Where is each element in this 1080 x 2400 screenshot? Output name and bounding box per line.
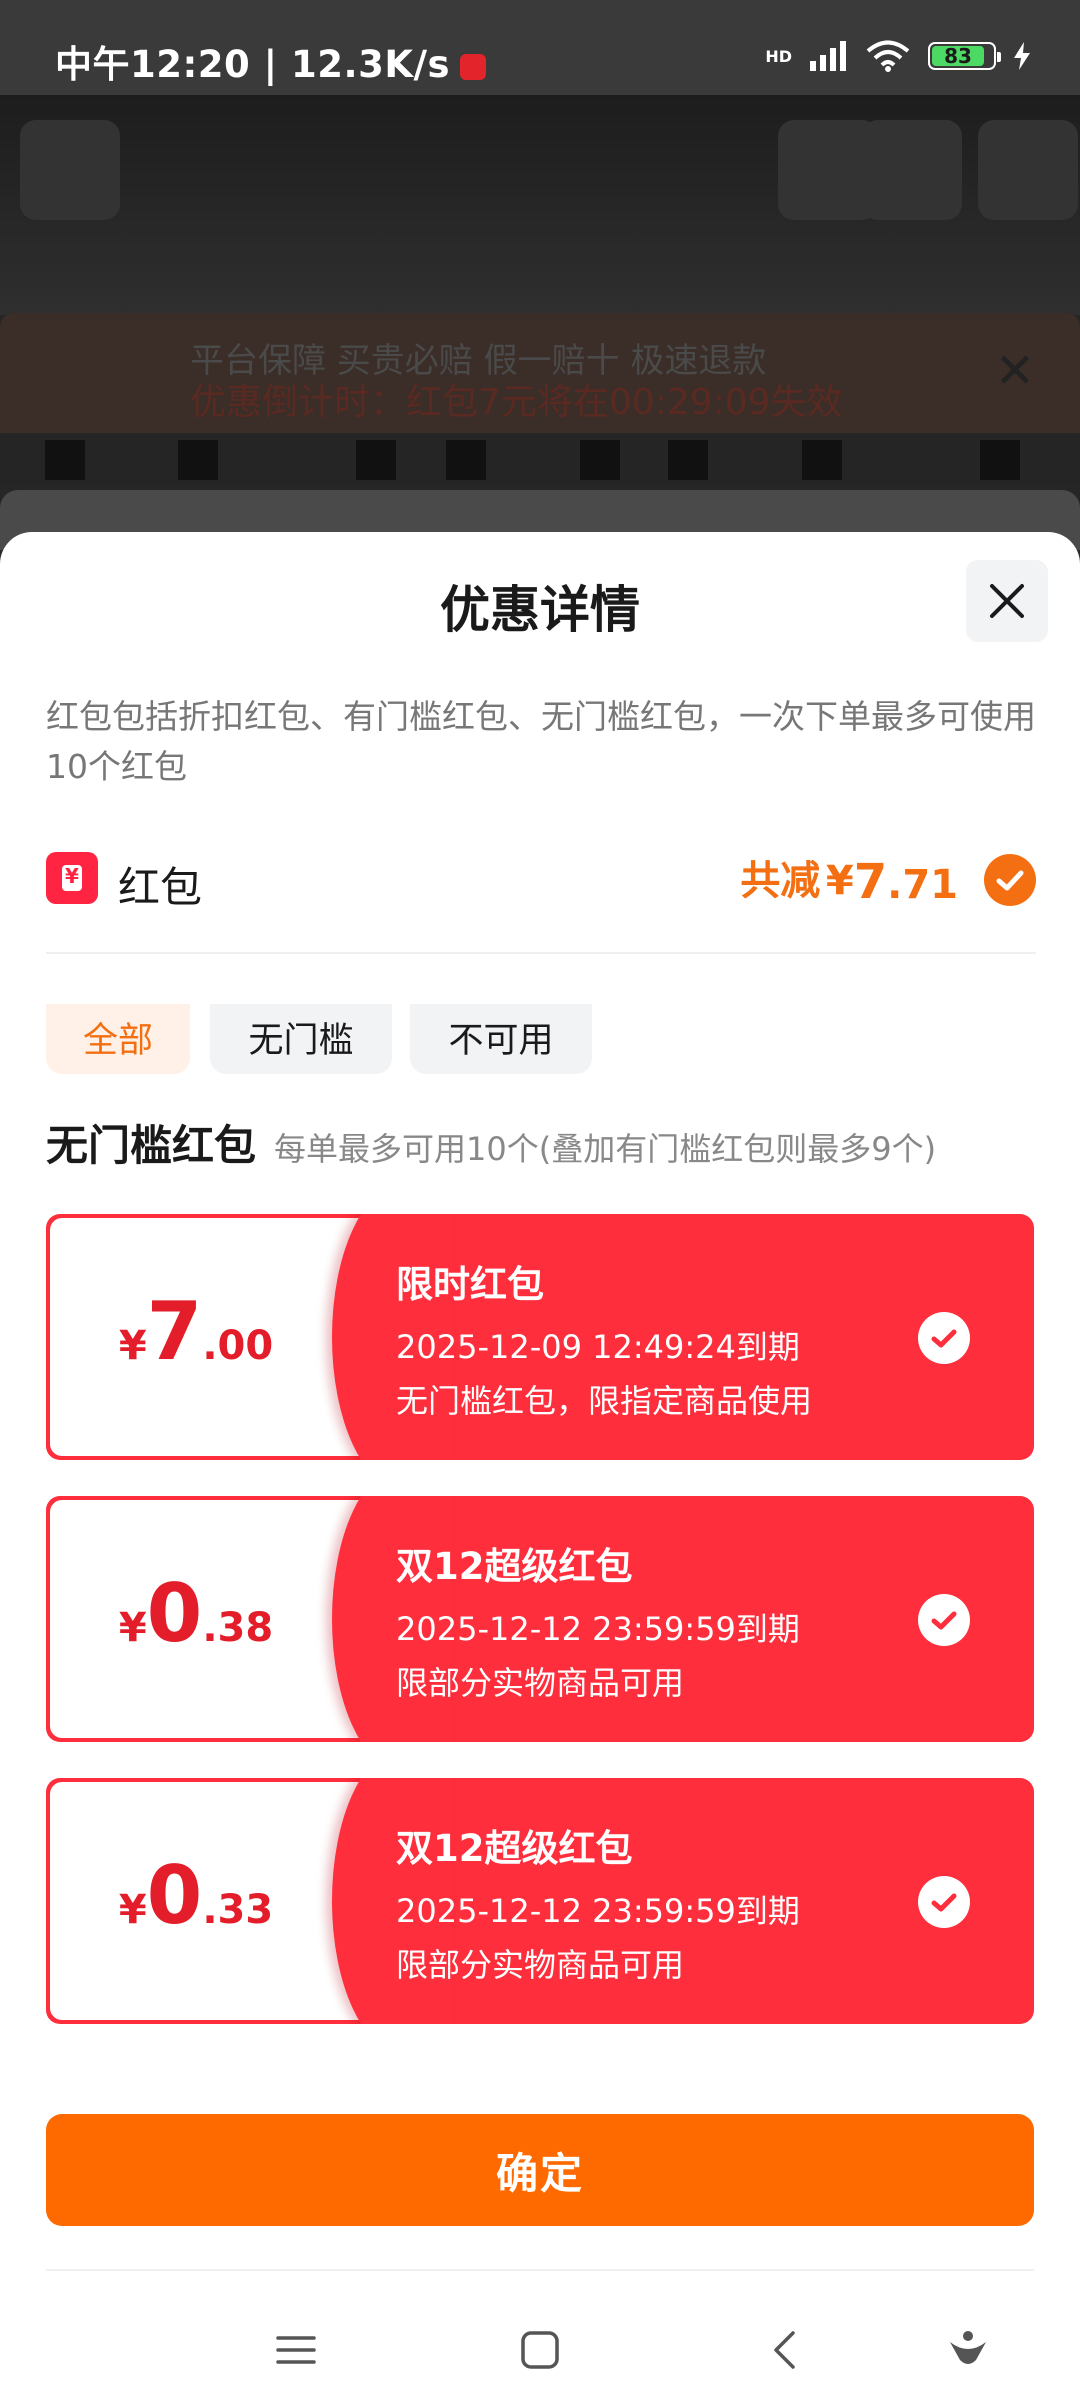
sheet-title: 优惠详情 <box>440 581 640 639</box>
coupon-amount: ¥0.38 <box>118 1567 274 1660</box>
close-button[interactable] <box>966 560 1048 642</box>
total-prefix: 共减 <box>740 858 821 904</box>
system-nav-bar <box>0 2302 1080 2400</box>
bg-thumbnail-strip <box>0 435 1080 485</box>
coupon-expiry: 2025-12-09 12:49:24到期 <box>396 1328 800 1366</box>
coupon-expiry: 2025-12-12 23:59:59到期 <box>396 1892 800 1930</box>
notification-app-icon <box>460 53 487 80</box>
bg-notice-countdown: 优惠倒计时：红包7元将在00:29:09失效 <box>190 382 843 423</box>
divider <box>46 952 1036 954</box>
check-icon[interactable] <box>918 1594 970 1646</box>
battery-level: 83 <box>932 46 984 66</box>
assistant-icon[interactable] <box>948 2330 988 2370</box>
coupon-amount: ¥7.00 <box>118 1285 274 1378</box>
status-bar: 中午12:20 | 12.3K/s HD 83 <box>0 0 1080 95</box>
total-currency: ¥ <box>825 858 854 904</box>
total-dec: .71 <box>887 862 958 908</box>
bg-cart-button <box>862 120 962 220</box>
menu-icon[interactable] <box>276 2330 316 2370</box>
coupon-info: 双12超级红包 2025-12-12 23:59:59到期 限部分实物商品可用 <box>396 1818 800 1992</box>
bg-close-icon: ✕ <box>994 343 1035 399</box>
bg-notice: 平台保障 买贵必赔 假一赔十 极速退款 优惠倒计时：红包7元将在00:29:09… <box>0 313 1080 433</box>
coupon-info: 限时红包 2025-12-09 12:49:24到期 无门槛红包，限指定商品使用 <box>396 1254 812 1428</box>
coupon-amount: ¥0.33 <box>118 1849 274 1942</box>
coupon-note: 限部分实物商品可用 <box>396 1664 685 1702</box>
signal-icon <box>810 41 846 71</box>
background-page: 平台保障 买贵必赔 假一赔十 极速退款 优惠倒计时：红包7元将在00:29:09… <box>0 95 1080 550</box>
divider <box>46 2269 1034 2271</box>
tab-all[interactable]: 全部 <box>46 1004 190 1074</box>
section-subtitle: 每单最多可用10个(叠加有门槛红包则最多9个) <box>274 1130 937 1168</box>
filter-tabs: 全部 无门槛 不可用 <box>46 1004 1036 1074</box>
network-label: HD <box>765 46 792 66</box>
battery-icon: 83 <box>928 42 1001 70</box>
check-icon[interactable] <box>918 1876 970 1928</box>
coupon-card[interactable]: ¥0.33 双12超级红包 2025-12-12 23:59:59到期 限部分实… <box>46 1778 1034 2024</box>
coupon-card[interactable]: ¥0.38 双12超级红包 2025-12-12 23:59:59到期 限部分实… <box>46 1496 1034 1742</box>
status-time: 中午12:20 | 12.3K/s <box>55 34 487 88</box>
total-discount: 共减 ¥7.71 <box>740 848 958 910</box>
coupon-name: 双12超级红包 <box>396 1545 633 1588</box>
check-icon[interactable] <box>918 1312 970 1364</box>
section-header: 无门槛红包 每单最多可用10个(叠加有门槛红包则最多9个) <box>46 1112 1046 1173</box>
home-icon[interactable] <box>520 2330 560 2370</box>
coupon-name: 双12超级红包 <box>396 1827 633 1870</box>
charging-icon <box>1014 42 1030 70</box>
coupon-info: 双12超级红包 2025-12-12 23:59:59到期 限部分实物商品可用 <box>396 1536 800 1710</box>
coupon-note: 无门槛红包，限指定商品使用 <box>396 1382 813 1420</box>
redpacket-summary-row[interactable]: ¥ 红包 共减 ¥7.71 <box>46 848 1036 912</box>
redpacket-label: 红包 <box>118 863 203 912</box>
check-icon[interactable] <box>984 854 1036 906</box>
total-int: 7 <box>853 854 888 910</box>
tab-no-threshold[interactable]: 无门槛 <box>210 1004 392 1074</box>
bg-more-button <box>978 120 1078 220</box>
back-icon[interactable] <box>766 2330 806 2370</box>
section-title: 无门槛红包 <box>46 1121 257 1170</box>
redpacket-icon: ¥ <box>46 852 98 904</box>
discount-details-sheet: 优惠详情 红包包括折扣红包、有门槛红包、无门槛红包，一次下单最多可使用10个红包… <box>0 532 1080 2400</box>
bg-back-button <box>20 120 120 220</box>
close-icon <box>990 584 1024 618</box>
tab-unavailable[interactable]: 不可用 <box>410 1004 592 1074</box>
confirm-button[interactable]: 确定 <box>46 2114 1034 2226</box>
status-icons: HD 83 <box>765 40 1030 72</box>
wifi-icon <box>866 40 910 72</box>
coupon-expiry: 2025-12-12 23:59:59到期 <box>396 1610 800 1648</box>
coupon-note: 限部分实物商品可用 <box>396 1946 685 1984</box>
coupon-name: 限时红包 <box>396 1263 544 1306</box>
coupon-card[interactable]: ¥7.00 限时红包 2025-12-09 12:49:24到期 无门槛红包，限… <box>46 1214 1034 1460</box>
sheet-description: 红包包括折扣红包、有门槛红包、无门槛红包，一次下单最多可使用10个红包 <box>46 697 1036 786</box>
